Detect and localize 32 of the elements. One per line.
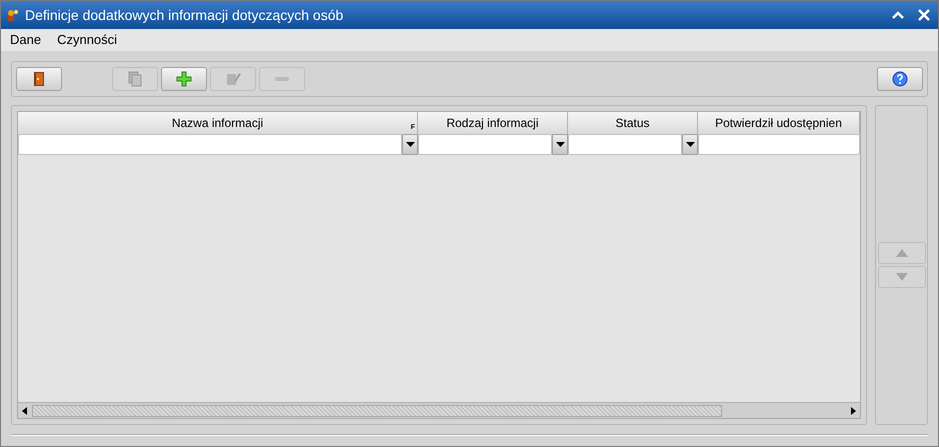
filter-field[interactable]: [568, 134, 682, 155]
pencil-icon: [225, 71, 241, 87]
dropdown-button[interactable]: [402, 134, 418, 155]
filter-field[interactable]: [698, 134, 860, 155]
column-header[interactable]: Potwierdził udostępnien: [698, 112, 860, 134]
caret-icon: [406, 142, 414, 147]
close-icon[interactable]: [918, 9, 930, 21]
people-icon: [7, 9, 19, 21]
help-button[interactable]: [877, 67, 923, 91]
exit-button[interactable]: [16, 67, 62, 91]
menu-item[interactable]: Dane: [10, 30, 42, 50]
add-button[interactable]: [161, 67, 207, 91]
door-icon: [33, 71, 45, 87]
column-header[interactable]: Status: [568, 112, 698, 134]
copy-icon: [127, 71, 143, 87]
dropdown-button[interactable]: [552, 134, 568, 155]
caret-icon: [556, 142, 564, 147]
minus-icon: [274, 76, 290, 82]
down-arrow-icon: [894, 272, 908, 282]
filter-field[interactable]: [18, 134, 402, 155]
horizontal-scrollbar[interactable]: [18, 402, 860, 418]
dropdown-button[interactable]: [682, 134, 698, 155]
up-arrow-icon: [894, 248, 908, 258]
collapse-icon[interactable]: [892, 11, 904, 19]
window-title: Definicje dodatkowych informacji dotyczących osób: [25, 6, 344, 25]
scrollbar-thumb[interactable]: [32, 404, 722, 416]
menu-item[interactable]: Czynności: [57, 30, 118, 50]
filter-field[interactable]: [418, 134, 552, 155]
help-icon: [892, 71, 908, 87]
column-header[interactable]: Rodzaj informacji: [418, 112, 568, 134]
caret-icon: [686, 142, 694, 147]
plus-icon: [176, 71, 192, 87]
